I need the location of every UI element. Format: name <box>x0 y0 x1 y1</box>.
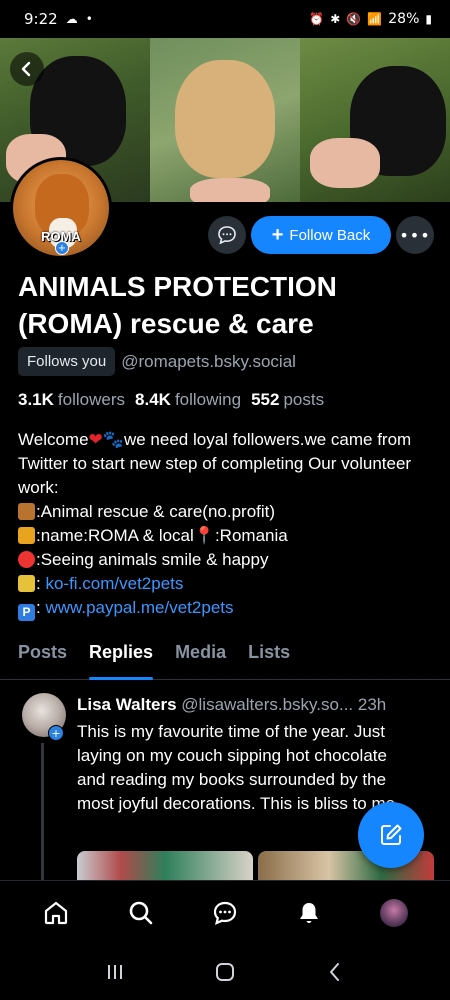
post-image-1[interactable] <box>77 851 253 881</box>
tab-posts[interactable]: Posts <box>18 636 67 679</box>
status-bar: 9:22 ☁ • ⏰ ✱ 🔇 📶 28% ▮ <box>0 0 450 38</box>
posts-label: posts <box>283 390 325 409</box>
status-time: 9:22 <box>24 10 58 28</box>
tab-lists[interactable]: Lists <box>248 636 290 679</box>
followers-label: followers <box>57 390 126 409</box>
parking-icon: P <box>18 604 35 621</box>
follow-back-label: Follow Back <box>289 226 371 244</box>
nav-chat[interactable] <box>205 893 245 933</box>
compose-button[interactable] <box>358 802 424 868</box>
wifi-icon: 📶 <box>367 12 383 26</box>
chat-bubble-icon <box>218 226 236 245</box>
home-icon <box>45 901 68 924</box>
bell-icon <box>300 902 319 923</box>
bottom-navigation <box>0 880 450 944</box>
post-author-name[interactable]: Lisa Walters <box>77 695 177 714</box>
compose-pencil-icon <box>381 824 402 845</box>
target-icon <box>18 551 35 568</box>
thread-line <box>41 743 44 883</box>
nav-search[interactable] <box>121 893 161 933</box>
profile-tabs: Posts Replies Media Lists <box>0 636 450 680</box>
credit-card-icon <box>18 575 35 592</box>
profile-handle: @romapets.bsky.social <box>121 351 296 371</box>
pin-icon: 📍 <box>193 526 215 545</box>
plus-badge-icon: + <box>55 241 69 255</box>
briefcase-icon <box>18 503 35 520</box>
post-time: 23h <box>357 695 387 714</box>
bio-line-country: :Romania <box>214 526 288 545</box>
back-button[interactable] <box>10 52 44 86</box>
tab-replies[interactable]: Replies <box>89 636 154 680</box>
post-author-handle[interactable]: @lisawalters.bsky.so... <box>181 695 353 714</box>
post-text: This is my favourite time of the year. J… <box>77 722 400 813</box>
follows-row: Follows you @romapets.bsky.social <box>18 347 296 376</box>
followers-stat[interactable]: 3.1K followers <box>18 390 125 410</box>
banner-photo-3 <box>300 38 450 202</box>
profile-stats: 3.1K followers 8.4K following 552 posts <box>18 390 324 410</box>
battery-icon: ▮ <box>425 12 432 26</box>
following-count: 8.4K <box>135 390 171 409</box>
kofi-link[interactable]: ko-fi.com/vet2pets <box>45 574 183 593</box>
bio-line-name: :name:ROMA & local <box>36 526 194 545</box>
nav-home[interactable] <box>36 893 76 933</box>
more-options-button[interactable]: ••• <box>396 216 434 254</box>
cloud-icon: ☁ <box>65 12 78 26</box>
system-navigation-bar <box>0 944 450 1000</box>
following-label: following <box>174 390 242 409</box>
mute-icon: 🔇 <box>346 12 362 26</box>
posts-stat: 552 posts <box>251 390 324 410</box>
plus-icon: + <box>271 224 284 246</box>
post-header: Lisa Walters @lisawalters.bsky.so... 23h <box>77 695 437 715</box>
message-button[interactable] <box>208 216 246 254</box>
paw-icon: 🐾 <box>102 430 124 449</box>
following-stat[interactable]: 8.4K following <box>135 390 241 410</box>
follows-you-badge: Follows you <box>18 347 116 376</box>
profile-avatar[interactable]: ROMA + <box>10 157 112 259</box>
heart-icon: ❤ <box>88 430 103 449</box>
back-chevron-icon[interactable] <box>324 961 346 983</box>
search-icon <box>129 901 152 924</box>
ellipsis-icon: ••• <box>399 225 431 245</box>
my-avatar <box>379 898 408 927</box>
bluetooth-icon: ✱ <box>330 12 341 26</box>
follow-plus-icon[interactable]: + <box>48 725 64 741</box>
followers-count: 3.1K <box>18 390 54 409</box>
recent-apps-icon[interactable] <box>104 961 126 983</box>
chevron-left-icon <box>21 61 31 77</box>
nav-profile[interactable] <box>374 893 414 933</box>
display-name: ANIMALS PROTECTION (ROMA) rescue & care <box>18 271 337 339</box>
bio-line-rescue: :Animal rescue & care(no.profit) <box>36 502 276 521</box>
bio-welcome: Welcome <box>18 430 89 449</box>
home-circle-icon[interactable] <box>214 961 236 983</box>
nav-notifications[interactable] <box>289 893 329 933</box>
follow-back-button[interactable]: + Follow Back <box>251 216 391 254</box>
alarm-icon: ⏰ <box>309 12 325 26</box>
paypal-link[interactable]: www.paypal.me/vet2pets <box>45 598 233 617</box>
chat-icon <box>213 901 237 925</box>
banner-photo-2 <box>150 38 300 202</box>
profile-bio: Welcome❤🐾we need loyal followers.we came… <box>18 428 428 621</box>
vest-icon <box>18 527 35 544</box>
bio-line-goal: :Seeing animals smile & happy <box>36 550 269 569</box>
battery-level: 28% <box>388 11 420 27</box>
tab-media[interactable]: Media <box>175 636 226 679</box>
notification-dot-icon: • <box>85 12 93 26</box>
posts-count: 552 <box>251 390 280 409</box>
